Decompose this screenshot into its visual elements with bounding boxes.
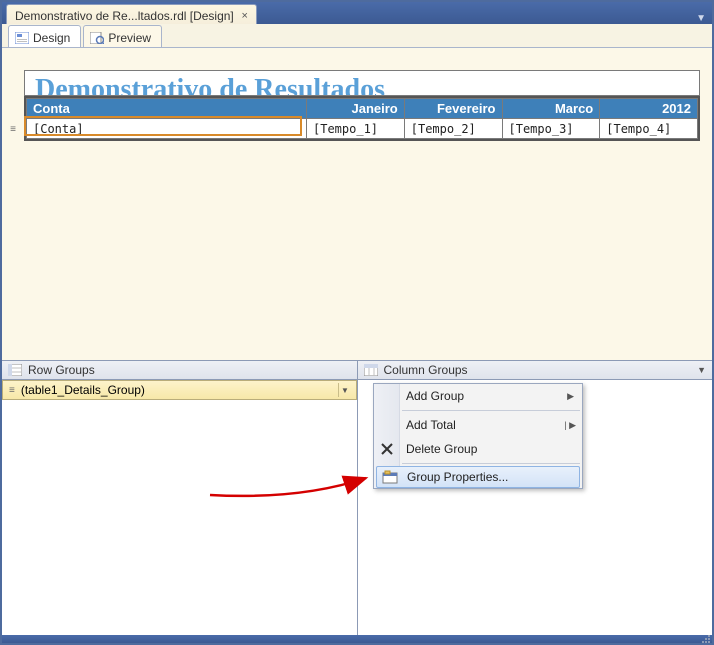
menu-add-total[interactable]: Add Total | ▶ xyxy=(374,413,582,437)
preview-icon xyxy=(90,32,104,44)
groups-panel-header: Row Groups Column Groups ▼ xyxy=(2,360,712,380)
resize-grip[interactable] xyxy=(700,633,710,643)
cell-conta[interactable]: [Conta] xyxy=(27,119,307,139)
col-header-fevereiro[interactable]: Fevereiro xyxy=(404,99,502,119)
window-footer xyxy=(2,635,712,643)
row-groups-header: Row Groups xyxy=(2,361,357,379)
col-header-marco[interactable]: Marco xyxy=(502,99,600,119)
tab-preview[interactable]: Preview xyxy=(83,25,162,47)
row-group-item[interactable]: ≡ (table1_Details_Group) ▼ xyxy=(2,380,357,400)
tab-preview-label: Preview xyxy=(108,31,151,45)
groups-mode-dropdown[interactable]: ▼ xyxy=(697,365,706,375)
delete-icon xyxy=(378,440,396,458)
cell-tempo2[interactable]: [Tempo_2] xyxy=(404,119,502,139)
col-header-year[interactable]: 2012 xyxy=(600,99,698,119)
row-group-dropdown[interactable]: ▼ xyxy=(338,383,352,397)
report-title-textbox[interactable]: Demonstrativo de Resultados xyxy=(24,70,700,96)
cell-tempo4[interactable]: [Tempo_4] xyxy=(600,119,698,139)
table-header-row: Conta Janeiro Fevereiro Marco 2012 xyxy=(27,99,698,119)
menu-separator xyxy=(402,410,580,411)
menu-add-total-label: Add Total xyxy=(406,418,456,432)
col-header-conta[interactable]: Conta xyxy=(27,99,307,119)
menu-add-group[interactable]: Add Group ▶ xyxy=(374,384,582,408)
row-selector-handle[interactable]: ≡ xyxy=(8,120,18,138)
row-groups-list: ≡ (table1_Details_Group) ▼ xyxy=(2,380,357,635)
groups-panel-body: ≡ (table1_Details_Group) ▼ xyxy=(2,380,712,635)
col-header-janeiro[interactable]: Janeiro xyxy=(307,99,405,119)
menu-group-properties-label: Group Properties... xyxy=(407,470,508,484)
close-icon[interactable]: × xyxy=(240,11,250,21)
menu-delete-group-label: Delete Group xyxy=(406,442,477,456)
row-groups-label: Row Groups xyxy=(28,363,95,377)
report-title-text: Demonstrativo de Resultados xyxy=(35,85,385,95)
row-groups-icon xyxy=(8,364,22,376)
tab-overflow-dropdown[interactable]: ▼ xyxy=(696,13,706,24)
properties-icon xyxy=(381,468,399,486)
design-icon xyxy=(15,32,29,44)
document-tab[interactable]: Demonstrativo de Re...ltados.rdl [Design… xyxy=(6,4,257,24)
menu-delete-group[interactable]: Delete Group xyxy=(374,437,582,461)
tab-design-label: Design xyxy=(33,31,70,45)
menu-group-properties[interactable]: Group Properties... xyxy=(376,466,580,488)
tablix[interactable]: Conta Janeiro Fevereiro Marco 2012 [Cont… xyxy=(24,96,700,141)
submenu-arrow-icon: ▶ xyxy=(567,391,574,402)
design-surface[interactable]: Demonstrativo de Resultados Conta Janeir… xyxy=(2,48,712,360)
row-group-name: (table1_Details_Group) xyxy=(21,383,332,397)
column-groups-icon xyxy=(364,364,378,376)
menu-add-group-label: Add Group xyxy=(406,389,464,403)
column-groups-label: Column Groups xyxy=(384,363,468,377)
document-tab-bar: Demonstrativo de Re...ltados.rdl [Design… xyxy=(2,2,712,24)
document-tab-label: Demonstrativo de Re...ltados.rdl [Design… xyxy=(15,9,234,23)
column-groups-header: Column Groups ▼ xyxy=(357,361,713,379)
submenu-split-icon: | ▶ xyxy=(564,420,576,431)
cell-tempo1[interactable]: [Tempo_1] xyxy=(307,119,405,139)
view-tab-bar: Design Preview xyxy=(2,24,712,48)
details-group-icon: ≡ xyxy=(9,385,15,396)
cell-tempo3[interactable]: [Tempo_3] xyxy=(502,119,600,139)
context-menu: Add Group ▶ Add Total | ▶ Delete Group G… xyxy=(373,383,583,489)
menu-separator xyxy=(402,463,580,464)
table-row: [Conta] [Tempo_1] [Tempo_2] [Tempo_3] [T… xyxy=(27,119,698,139)
tab-design[interactable]: Design xyxy=(8,25,81,47)
